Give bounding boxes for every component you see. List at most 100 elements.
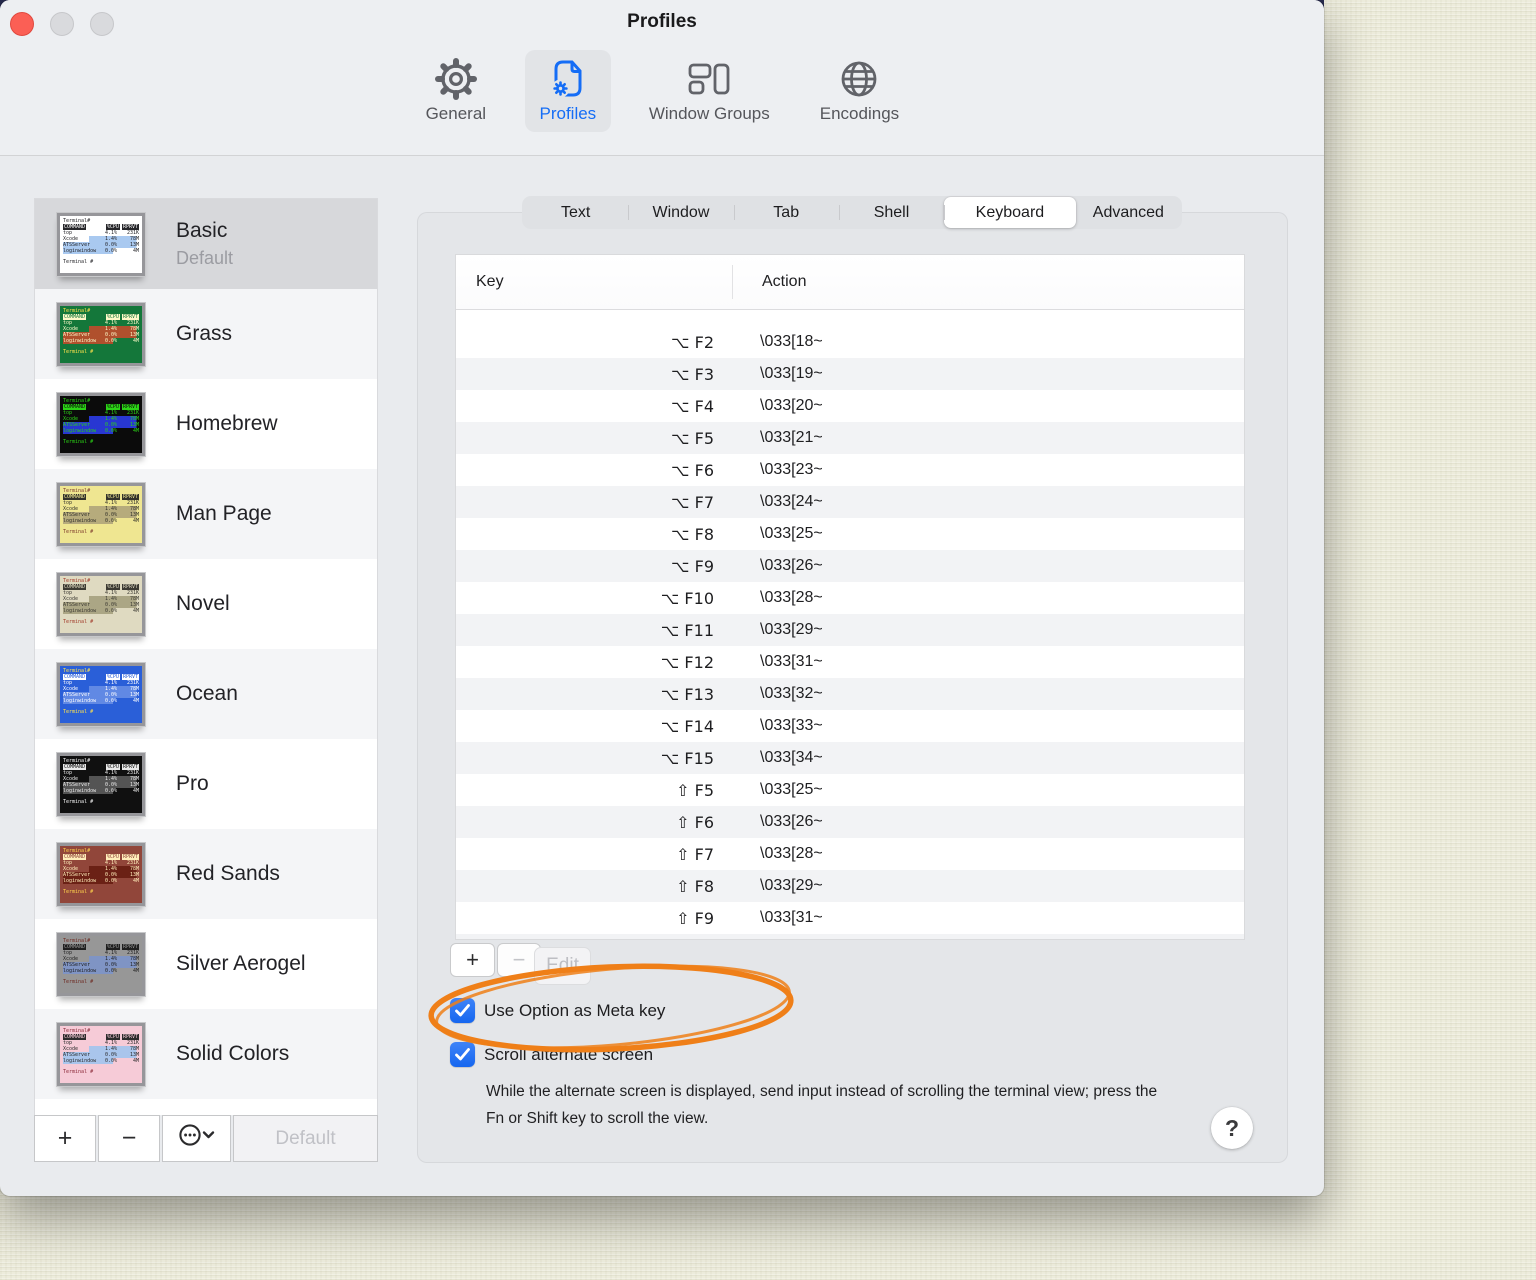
edit-keymap-button[interactable]: Edit: [534, 947, 591, 985]
checkbox-label: Use Option as Meta key: [484, 1000, 666, 1020]
keymap-row[interactable]: ⇧ F8 \033[29~: [456, 870, 1244, 902]
keymap-row[interactable]: ⌥ F6 \033[23~: [456, 454, 1244, 486]
toolbar-item-label: Window Groups: [648, 104, 770, 123]
toolbar-item-label: General: [425, 104, 487, 123]
profile-labels: Solid Colors: [176, 1042, 289, 1066]
table-partial-row: [456, 934, 1244, 939]
profile-thumbnail: Terminal# COMMAND %CPU RPRVT top 4.1% 231K Xcod…: [57, 302, 145, 366]
profile-row-pro[interactable]: Terminal# COMMAND %CPU RPRVT top 4.1% 231K Xcod…: [35, 739, 377, 829]
keymap-row[interactable]: ⌥ F10 \033[28~: [456, 582, 1244, 614]
keymap-action: \033[31~: [760, 909, 823, 926]
keymap-row[interactable]: ⌥ F13 \033[32~: [456, 678, 1244, 710]
tab-keyboard[interactable]: Keyboard: [944, 197, 1076, 228]
keymap-row[interactable]: ⌥ F11 \033[29~: [456, 614, 1244, 646]
profile-name: Silver Aerogel: [176, 952, 306, 975]
profile-labels: Pro: [176, 772, 209, 796]
tab-shell[interactable]: Shell: [838, 197, 944, 228]
preferences-window: Profiles General Profiles Window Groups …: [0, 0, 1324, 1196]
profile-thumbnail: Terminal# COMMAND %CPU RPRVT top 4.1% 231K Xcod…: [57, 752, 145, 816]
profile-row-silver-aerogel[interactable]: Terminal# COMMAND %CPU RPRVT top 4.1% 231K Xcod…: [35, 919, 377, 1009]
profile-thumbnail: Terminal# COMMAND %CPU RPRVT top 4.1% 231K Xcod…: [57, 212, 145, 276]
column-header-action: Action: [732, 265, 1244, 299]
keymap-table-header: Key Action: [456, 255, 1244, 310]
tab-advanced[interactable]: Advanced: [1076, 197, 1181, 228]
keymap-table: Key Action ⌥ F2 \033[18~ ⌥ F3 \033[19~ ⌥ F4 \…: [455, 254, 1245, 940]
remove-profile-button[interactable]: −: [98, 1115, 160, 1162]
profile-row-novel[interactable]: Terminal# COMMAND %CPU RPRVT top 4.1% 231K Xcod…: [35, 559, 377, 649]
profile-name: Basic: [176, 219, 228, 242]
profile-row-ocean[interactable]: Terminal# COMMAND %CPU RPRVT top 4.1% 231K Xcod…: [35, 649, 377, 739]
profile-row-grass[interactable]: Terminal# COMMAND %CPU RPRVT top 4.1% 231K Xcod…: [35, 289, 377, 379]
keymap-row[interactable]: ⇧ F7 \033[28~: [456, 838, 1244, 870]
toolbar: General Profiles Window Groups Encodings: [0, 50, 1324, 146]
use-option-as-meta-checkbox-row: Use Option as Meta key: [450, 998, 665, 1023]
keymap-row[interactable]: ⌥ F14 \033[33~: [456, 710, 1244, 742]
ellipsis-circle-chevron-icon: [178, 1123, 216, 1154]
keymap-key: ⇧ F7: [676, 844, 714, 864]
tab-text[interactable]: Text: [523, 197, 628, 228]
tab-window[interactable]: Window: [628, 197, 733, 228]
keymap-row[interactable]: ⇧ F9 \033[31~: [456, 902, 1244, 934]
keymap-row[interactable]: ⌥ F15 \033[34~: [456, 742, 1244, 774]
profile-thumbnail: Terminal# COMMAND %CPU RPRVT top 4.1% 231K Xcod…: [57, 932, 145, 996]
keymap-action: \033[28~: [760, 845, 823, 862]
profile-name: Red Sands: [176, 862, 280, 885]
keymap-row[interactable]: ⌥ F12 \033[31~: [456, 646, 1244, 678]
profile-name: Ocean: [176, 682, 238, 705]
keymap-row[interactable]: ⇧ F5 \033[25~: [456, 774, 1244, 806]
use-option-as-meta-checkbox[interactable]: [450, 998, 475, 1023]
tab-tab[interactable]: Tab: [733, 197, 839, 228]
profile-labels: Silver Aerogel: [176, 952, 306, 976]
window-title: Profiles: [627, 11, 697, 32]
keymap-row[interactable]: ⌥ F5 \033[21~: [456, 422, 1244, 454]
help-button[interactable]: ?: [1211, 1107, 1253, 1149]
profile-row-red-sands[interactable]: Terminal# COMMAND %CPU RPRVT top 4.1% 231K Xcod…: [35, 829, 377, 919]
keymap-key: ⇧ F8: [676, 876, 714, 896]
keymap-action: \033[34~: [760, 749, 823, 766]
toolbar-item-profiles[interactable]: Profiles: [524, 50, 611, 132]
checkbox-label: Scroll alternate screen: [484, 1044, 654, 1064]
keymap-row[interactable]: ⌥ F3 \033[19~: [456, 358, 1244, 390]
profile-labels: Homebrew: [176, 412, 278, 436]
keymap-key: ⌥ F7: [671, 492, 714, 512]
keymap-action: \033[31~: [760, 653, 823, 670]
keymap-action: \033[26~: [760, 557, 823, 574]
keymap-key: ⌥ F10: [660, 588, 714, 608]
profile-list: Terminal# COMMAND %CPU RPRVT top 4.1% 231K Xcod…: [35, 199, 377, 1099]
profile-name: Homebrew: [176, 412, 278, 435]
profile-row-solid-colors[interactable]: Terminal# COMMAND %CPU RPRVT top 4.1% 231K Xcod…: [35, 1009, 377, 1099]
keymap-action: \033[26~: [760, 813, 823, 830]
toolbar-item-encodings[interactable]: Encodings: [808, 50, 911, 132]
keymap-row[interactable]: ⇧ F6 \033[26~: [456, 806, 1244, 838]
toolbar-item-window-groups[interactable]: Window Groups: [637, 50, 782, 132]
column-header-key: Key: [476, 273, 504, 290]
toolbar-item-label: Encodings: [819, 104, 900, 123]
keymap-row[interactable]: ⌥ F2 \033[18~: [456, 326, 1244, 358]
keymap-key: ⇧ F6: [676, 812, 714, 832]
profile-name: Man Page: [176, 502, 272, 525]
profile-labels: Red Sands: [176, 862, 280, 886]
keymap-action: \033[32~: [760, 685, 823, 702]
keymap-row[interactable]: ⌥ F9 \033[26~: [456, 550, 1244, 582]
keymap-row[interactable]: ⌥ F8 \033[25~: [456, 518, 1244, 550]
add-keymap-button[interactable]: +: [450, 943, 495, 977]
profile-row-basic[interactable]: Terminal# COMMAND %CPU RPRVT top 4.1% 231K Xcod…: [35, 199, 377, 289]
profile-row-man-page[interactable]: Terminal# COMMAND %CPU RPRVT top 4.1% 231K Xcod…: [35, 469, 377, 559]
document-gear-icon: [545, 56, 591, 102]
profile-row-homebrew[interactable]: Terminal# COMMAND %CPU RPRVT top 4.1% 231K Xcod…: [35, 379, 377, 469]
profile-name: Pro: [176, 772, 209, 795]
profile-name: Solid Colors: [176, 1042, 290, 1065]
scroll-alternate-screen-checkbox[interactable]: [450, 1042, 475, 1067]
keymap-action: \033[33~: [760, 717, 823, 734]
toolbar-item-general[interactable]: General: [413, 50, 499, 132]
default-button[interactable]: Default: [233, 1115, 378, 1162]
more-options-button[interactable]: [162, 1115, 231, 1162]
keymap-action: \033[25~: [760, 781, 823, 798]
keymap-row[interactable]: ⌥ F4 \033[20~: [456, 390, 1244, 422]
profile-thumbnail: Terminal# COMMAND %CPU RPRVT top 4.1% 231K Xcod…: [57, 842, 145, 906]
keymap-key: ⌥ F9: [671, 556, 714, 576]
keymap-row[interactable]: ⌥ F7 \033[24~: [456, 486, 1244, 518]
add-profile-button[interactable]: +: [34, 1115, 96, 1162]
profile-thumbnail: Terminal# COMMAND %CPU RPRVT top 4.1% 231K Xcod…: [57, 392, 145, 456]
profile-name: Novel: [176, 592, 230, 615]
